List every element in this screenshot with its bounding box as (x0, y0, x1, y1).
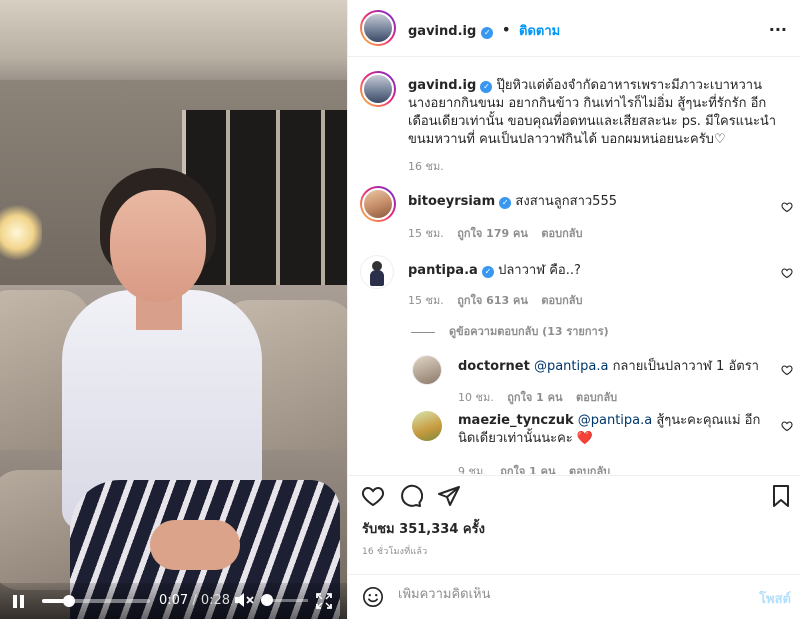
fullscreen-icon[interactable] (316, 593, 332, 609)
reply-meta-clip: 9 ชม. ถูกใจ 1 คน ตอบกลับ (458, 462, 788, 474)
caption-time: 16 ชม. (408, 160, 444, 173)
comment-username[interactable]: pantipa.a (408, 263, 478, 278)
reply-meta: 9 ชม. ถูกใจ 1 คน ตอบกลับ (458, 462, 610, 474)
verified-badge-icon: ✓ (481, 27, 494, 39)
mute-icon[interactable] (234, 592, 254, 608)
avatar[interactable] (360, 10, 396, 46)
pause-icon[interactable] (13, 595, 25, 608)
more-options-icon[interactable]: ··· (769, 20, 787, 39)
caption-avatar[interactable] (360, 71, 396, 107)
post-header: gavind.ig ✓ • ติดตาม ··· (348, 0, 800, 57)
reply-username[interactable]: doctornet (458, 359, 530, 374)
volume-track[interactable] (270, 599, 308, 602)
emoji-icon[interactable] (362, 586, 384, 608)
like-heart-icon[interactable] (361, 484, 385, 508)
header-user: gavind.ig ✓ • ติดตาม (408, 20, 560, 41)
comment-likes[interactable]: ถูกใจ 179 คน (457, 227, 528, 240)
seek-bar-handle[interactable] (63, 595, 75, 607)
video-frame-ceiling (0, 0, 347, 80)
add-comment-bar: โพสต์ (348, 574, 800, 619)
reply-button[interactable]: ตอบกลับ (541, 294, 582, 307)
reply-button[interactable]: ตอบกลับ (541, 227, 582, 240)
follow-button[interactable]: ติดตาม (519, 24, 560, 39)
header-username[interactable]: gavind.ig (408, 24, 476, 39)
reply-mention[interactable]: @pantipa.a (578, 413, 652, 428)
reply: maezie_tynczuk @pantipa.a สู้ๆนะคะคุณแม่… (458, 412, 768, 448)
comment: bitoeyrsiam ✓ สงสานลูกสาว555 (408, 193, 768, 211)
comment-avatar[interactable] (360, 186, 396, 222)
reply-time: 10 ชม. (458, 391, 494, 404)
reply-avatar[interactable] (412, 355, 442, 385)
comment-meta: 15 ชม. ถูกใจ 613 คน ตอบกลับ (408, 291, 582, 309)
reply-time: 9 ชม. (458, 465, 487, 474)
view-replies-button[interactable]: ดูข้อความตอบกลับ (13 รายการ) (411, 322, 609, 340)
reply-text: กลายเป็นปลาวาฬ 1 อัตรา (612, 359, 759, 374)
verified-badge-icon: ✓ (499, 197, 512, 209)
comment-time: 15 ชม. (408, 227, 444, 240)
comment-text: สงสานลูกสาว555 (515, 194, 617, 209)
volume-handle[interactable] (261, 594, 273, 606)
post-button[interactable]: โพสต์ (759, 588, 791, 609)
header-separator: • (501, 20, 511, 39)
reply-username[interactable]: maezie_tynczuk (458, 413, 574, 428)
comment-likes[interactable]: ถูกใจ 613 คน (457, 294, 528, 307)
video-frame-person-face (110, 190, 206, 302)
video-player[interactable]: 0:07 / 0:28 (0, 0, 347, 619)
post-time-ago[interactable]: 16 ชั่วโมงที่แล้ว (362, 544, 427, 558)
current-time: 0:07 (159, 593, 189, 608)
video-frame-person-hand (150, 520, 240, 570)
verified-badge-icon: ✓ (481, 266, 494, 278)
comment-avatar[interactable] (360, 255, 394, 289)
reply-meta: 10 ชม. ถูกใจ 1 คน ตอบกลับ (458, 388, 617, 406)
video-frame-lamp (0, 205, 42, 260)
time-separator: / (192, 593, 197, 608)
like-comment-heart-icon[interactable] (781, 364, 793, 376)
comment-username[interactable]: bitoeyrsiam (408, 194, 495, 209)
view-replies-line (411, 331, 435, 333)
share-paper-plane-icon[interactable] (437, 484, 461, 508)
comment-input[interactable] (398, 587, 728, 602)
comment-time: 15 ชม. (408, 294, 444, 307)
reply-button[interactable]: ตอบกลับ (569, 465, 610, 474)
reply-button[interactable]: ตอบกลับ (576, 391, 617, 404)
bookmark-icon[interactable] (769, 484, 793, 508)
duration: 0:28 (200, 593, 231, 608)
like-comment-heart-icon[interactable] (781, 201, 793, 213)
reply: doctornet @pantipa.a กลายเป็นปลาวาฬ 1 อั… (458, 358, 768, 376)
comment-text: ปลาวาฬ คือ..? (498, 263, 581, 278)
reply-likes[interactable]: ถูกใจ 1 คน (507, 391, 562, 404)
seek-bar[interactable] (42, 595, 150, 607)
like-comment-heart-icon[interactable] (781, 267, 793, 279)
reply-mention[interactable]: @pantipa.a (534, 359, 608, 374)
post-panel: gavind.ig ✓ • ติดตาม ··· gavind.ig ✓ ปุ๊… (347, 0, 800, 619)
comment: pantipa.a ✓ ปลาวาฬ คือ..? (408, 262, 768, 280)
like-comment-heart-icon[interactable] (781, 420, 793, 432)
view-count[interactable]: รับชม 351,334 ครั้ง (362, 518, 485, 539)
caption: gavind.ig ✓ ปุ๊ยหิวแต่ต้องจำกัดอาหารเพรา… (408, 77, 783, 149)
caption-username[interactable]: gavind.ig (408, 78, 476, 93)
view-replies-label: ดูข้อความตอบกลับ (13 รายการ) (449, 325, 609, 338)
comment-bubble-icon[interactable] (399, 484, 423, 508)
reply-likes[interactable]: ถูกใจ 1 คน (500, 465, 555, 474)
reply-avatar[interactable] (412, 411, 442, 441)
video-time: 0:07 / 0:28 (159, 593, 230, 608)
verified-badge-icon: ✓ (480, 81, 493, 93)
comment-meta: 15 ชม. ถูกใจ 179 คน ตอบกลับ (408, 224, 582, 242)
